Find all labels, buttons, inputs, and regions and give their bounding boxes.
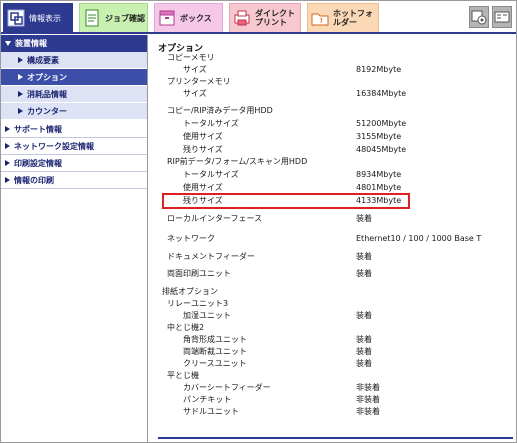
saddle-unit-label: サドルユニット: [183, 407, 239, 416]
sidebar-item-label: 消耗品情報: [27, 89, 67, 99]
chevron-down-icon: [5, 41, 11, 46]
sidebar-item-device-info[interactable]: 装置情報: [1, 35, 147, 52]
printer-memory-label: プリンターメモリ: [167, 77, 231, 86]
creaser-value: 装着: [356, 359, 372, 368]
sidebar-item-counter[interactable]: カウンター: [1, 103, 147, 120]
sidebar-item-consumables[interactable]: 消耗品情報: [1, 86, 147, 103]
hdd1-remain-value: 48045Mbyte: [356, 145, 407, 154]
sidebar-item-label: 構成要素: [27, 55, 59, 65]
sidebar-item-label: 装置情報: [15, 39, 47, 48]
hdd2-remain-label: 残りサイズ: [183, 196, 223, 205]
hdd1-total-value: 51200Mbyte: [356, 119, 407, 128]
hdd1-label: コピー/RIP済みデータ用HDD: [167, 106, 273, 115]
square-fold-label: 角背形成ユニット: [183, 335, 247, 344]
chevron-right-icon: [18, 74, 23, 80]
tab-box-label: ボックス: [180, 13, 212, 23]
punch-kit-label: パンチキット: [183, 395, 232, 404]
local-interface-value: 装着: [356, 214, 372, 223]
hdd2-label: RIP前データ/フォーム/スキャン用HDD: [167, 157, 308, 166]
chevron-right-icon: [5, 126, 10, 132]
sidebar-item-label: サポート情報: [14, 124, 62, 134]
saddle-stitcher-label: 中とじ機2: [167, 323, 205, 332]
tab-info-display[interactable]: 情報表示: [3, 3, 73, 32]
hdd2-remain-value: 4133Mbyte: [356, 196, 402, 205]
trimmer-value: 装着: [356, 347, 372, 356]
tab-job-check-label: ジョブ確認: [105, 13, 145, 23]
hdd2-used-label: 使用サイズ: [183, 183, 223, 192]
sidebar-item-label: カウンター: [27, 106, 67, 116]
hdd1-used-value: 3155Mbyte: [356, 132, 402, 141]
hdd2-total-value: 8934Mbyte: [356, 170, 402, 179]
network-value: Ethernet10 / 100 / 1000 Base T: [356, 234, 482, 243]
sidebar-item-network-settings[interactable]: ネットワーク設定情報: [1, 138, 147, 155]
tab-direct-print[interactable]: ダイレクトプリント: [229, 3, 301, 32]
cover-feeder-label: カバーシートフィーダー: [183, 383, 271, 392]
chevron-right-icon: [18, 57, 23, 63]
printer-memory-size-value: 16384Mbyte: [356, 89, 407, 98]
relay-unit-label: リレーユニット3: [167, 299, 229, 308]
tab-hot-folder-label: ホットフォルダー: [333, 9, 373, 27]
chevron-right-icon: [5, 160, 10, 166]
copy-memory-size-value: 8192Mbyte: [356, 65, 402, 74]
network-label: ネットワーク: [167, 234, 215, 243]
printer-memory-size-label: サイズ: [183, 89, 207, 98]
sidebar-item-label: 情報の印刷: [14, 175, 54, 185]
copy-memory-size-label: サイズ: [183, 65, 207, 74]
sidebar-item-components[interactable]: 構成要素: [1, 52, 147, 69]
sidebar-item-print-info[interactable]: 情報の印刷: [1, 172, 147, 189]
direct-print-icon: [234, 10, 250, 26]
duplex-unit-label: 両面印刷ユニット: [167, 269, 231, 278]
humidifier-label: 加湿ユニット: [183, 311, 231, 320]
sidebar-item-print-settings[interactable]: 印刷設定情報: [1, 155, 147, 172]
document-feeder-label: ドキュメントフィーダー: [167, 252, 255, 261]
info-display-icon: [7, 9, 25, 27]
display-list-icon: [494, 11, 510, 23]
bottom-divider: [158, 437, 513, 439]
trimmer-label: 両端断裁ユニット: [183, 347, 247, 356]
chevron-right-icon: [18, 108, 23, 114]
tab-info-display-label: 情報表示: [29, 13, 61, 23]
chevron-right-icon: [18, 91, 23, 97]
hdd1-used-label: 使用サイズ: [183, 132, 223, 141]
tab-direct-print-label: ダイレクトプリント: [255, 9, 295, 27]
output-options-label: 排紙オプション: [162, 287, 218, 296]
punch-kit-value: 非装着: [356, 395, 380, 404]
copy-memory-label: コピーメモリ: [167, 53, 215, 62]
sidebar-item-label: オプション: [27, 72, 67, 82]
tab-job-check[interactable]: ジョブ確認: [79, 3, 148, 32]
chevron-right-icon: [5, 177, 10, 183]
saddle-unit-value: 非装着: [356, 407, 380, 416]
flat-stitcher-label: 平とじ機: [167, 371, 199, 380]
hdd1-total-label: トータルサイズ: [183, 119, 239, 128]
sidebar-item-label: ネットワーク設定情報: [14, 141, 94, 151]
display-settings-button[interactable]: [492, 6, 512, 28]
hdd2-used-value: 4801Mbyte: [356, 183, 402, 192]
hdd1-remain-label: 残りサイズ: [183, 145, 223, 154]
device-settings-button[interactable]: [469, 6, 489, 28]
hdd2-total-label: トータルサイズ: [183, 170, 239, 179]
sidebar-item-options[interactable]: オプション: [1, 69, 147, 86]
duplex-unit-value: 装着: [356, 269, 372, 278]
square-fold-value: 装着: [356, 335, 372, 344]
chevron-right-icon: [5, 143, 10, 149]
sidebar-item-support[interactable]: サポート情報: [1, 121, 147, 138]
creaser-label: クリースユニット: [183, 359, 247, 368]
tab-hot-folder[interactable]: ホットフォルダー: [307, 3, 379, 32]
top-tab-bar: 情報表示 ジョブ確認 ボックス ダイレクトプリント ホットフォルダー: [1, 1, 516, 34]
cover-feeder-value: 非装着: [356, 383, 380, 392]
job-check-icon: [85, 9, 99, 27]
options-panel: オプション コピーメモリ サイズ 8192Mbyte プリンターメモリ サイズ …: [149, 35, 516, 442]
local-interface-label: ローカルインターフェース: [167, 214, 263, 223]
document-feeder-value: 装着: [356, 252, 372, 261]
humidifier-value: 装着: [356, 311, 372, 320]
sidebar-item-label: 印刷設定情報: [14, 158, 62, 168]
device-gear-icon: [471, 10, 487, 25]
sidebar: 装置情報 構成要素 オプション 消耗品情報 カウンター サポート情報 ネットワー…: [1, 35, 148, 442]
tab-box[interactable]: ボックス: [154, 3, 223, 32]
box-icon: [159, 10, 175, 26]
hot-folder-icon: [311, 13, 329, 26]
